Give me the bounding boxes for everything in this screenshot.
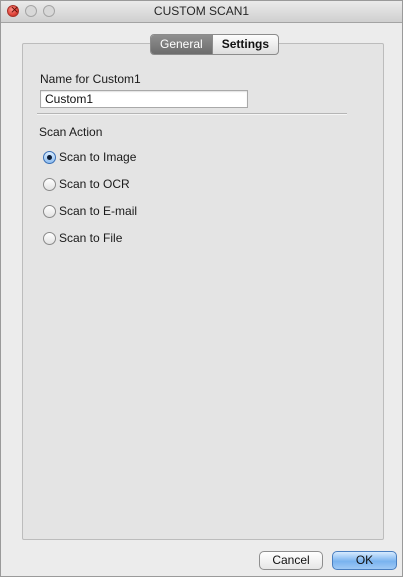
scan-action-label: Scan Action [39,125,103,139]
custom-scan-window: CUSTOM SCAN1 General Settings Name for C… [0,0,403,577]
ok-button[interactable]: OK [332,551,397,570]
radio-scan-to-email[interactable]: Scan to E-mail [43,204,137,218]
name-field-label: Name for Custom1 [40,72,141,86]
radio-button[interactable] [43,231,56,245]
radio-button-selected[interactable] [43,150,56,164]
tab-bar: General Settings [150,34,280,55]
radio-label: Scan to E-mail [59,204,138,218]
name-input[interactable] [40,90,248,108]
radio-label: Scan to Image [59,150,137,164]
radio-button[interactable] [43,177,56,191]
tab-general[interactable]: General [151,35,212,54]
section-divider [37,113,347,115]
cancel-button[interactable]: Cancel [259,551,323,570]
radio-button[interactable] [43,204,56,218]
radio-scan-to-image[interactable]: Scan to Image [43,150,136,164]
radio-scan-to-ocr[interactable]: Scan to OCR [43,177,130,191]
radio-label: Scan to File [59,231,123,245]
window-title: CUSTOM SCAN1 [153,4,250,18]
radio-label: Scan to OCR [59,177,130,191]
tab-settings[interactable]: Settings [211,35,278,54]
radio-scan-to-file[interactable]: Scan to File [43,231,122,245]
general-tab-panel [22,43,384,540]
title-bar: CUSTOM SCAN1 [1,1,402,23]
